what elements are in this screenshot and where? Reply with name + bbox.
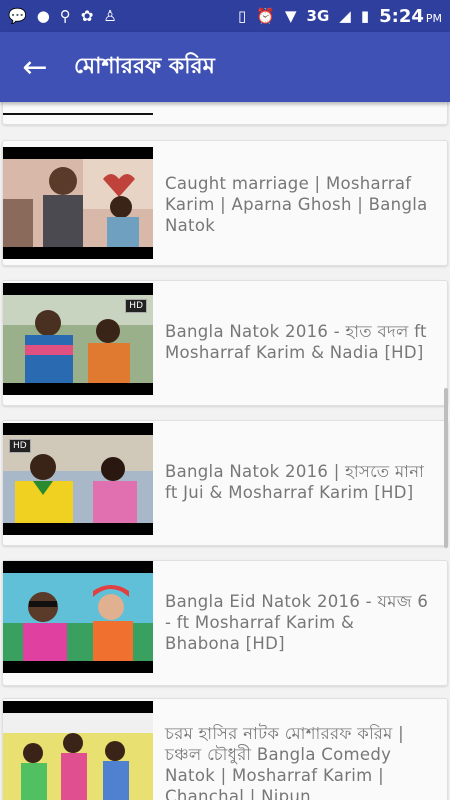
thumbnail-image — [3, 159, 153, 247]
flower-icon: ✿ — [80, 6, 94, 25]
list-item-partial[interactable] — [2, 102, 448, 125]
clock-time: 5:24 — [379, 5, 424, 27]
status-bar: 💬 ● ⚲ ✿ ♙ ▯ ⏰ ▼ 3G ◢ ▮ 5:24 PM — [0, 0, 450, 32]
video-title[interactable]: Bangla Natok 2016 | হাসতে মানা ft Jui & … — [165, 461, 433, 503]
video-title[interactable]: চরম হাসির নাটক মোশাররফ করিম | চঞ্চল চৌধু… — [165, 723, 433, 800]
signal-icon: ◢ — [339, 6, 351, 25]
clock: 5:24 PM — [379, 6, 442, 27]
network-type: 3G — [306, 7, 330, 25]
list-item[interactable]: HD Bangla Natok 2016 - হাত বদল ft Moshar… — [2, 280, 448, 406]
page-title: মোশাররফ করিম — [74, 53, 215, 79]
list-item[interactable]: চরম হাসির নাটক মোশাররফ করিম | চঞ্চল চৌধু… — [2, 698, 448, 800]
video-thumbnail[interactable] — [3, 147, 153, 259]
video-list[interactable]: Caught marriage | Mosharraf Karim | Apar… — [0, 102, 450, 800]
video-thumbnail[interactable] — [3, 561, 153, 673]
alarm-icon: ⏰ — [256, 6, 275, 25]
list-item[interactable]: HD Bangla Natok 2016 | হাসতে মানা ft Jui… — [2, 420, 448, 546]
status-bar-right: ▯ ⏰ ▼ 3G ◢ ▮ 5:24 PM — [238, 6, 442, 27]
hd-badge: HD — [125, 299, 147, 313]
message-icon: 💬 — [8, 6, 27, 25]
list-item[interactable]: Bangla Eid Natok 2016 - যমজ 6 - ft Mosha… — [2, 560, 448, 686]
clock-ampm: PM — [425, 11, 442, 25]
thumbnail-image — [3, 573, 153, 661]
video-thumbnail[interactable] — [3, 701, 153, 800]
video-title[interactable]: Bangla Natok 2016 - হাত বদল ft Mosharraf… — [165, 321, 433, 363]
scrollbar[interactable] — [444, 388, 448, 548]
wifi-icon: ▼ — [284, 6, 297, 25]
vibrate-icon: ▯ — [238, 6, 247, 25]
android-icon: ♙ — [103, 6, 117, 25]
app-bar: ← মোশাররফ করিম — [0, 32, 450, 102]
status-bar-left: 💬 ● ⚲ ✿ ♙ — [8, 6, 117, 25]
usb-icon: ⚲ — [59, 6, 71, 25]
back-button[interactable]: ← — [0, 32, 70, 102]
battery-icon: ▮ — [360, 6, 370, 25]
thumbnail-partial — [3, 113, 153, 115]
thumbnail-image — [3, 713, 153, 800]
video-title[interactable]: Caught marriage | Mosharraf Karim | Apar… — [165, 173, 433, 236]
video-thumbnail[interactable]: HD — [3, 283, 153, 395]
circle-icon: ● — [36, 6, 50, 25]
list-item[interactable]: Caught marriage | Mosharraf Karim | Apar… — [2, 140, 448, 266]
hd-badge: HD — [9, 439, 31, 453]
arrow-left-icon: ← — [22, 49, 48, 85]
video-title[interactable]: Bangla Eid Natok 2016 - যমজ 6 - ft Mosha… — [165, 591, 433, 654]
video-thumbnail[interactable]: HD — [3, 423, 153, 535]
